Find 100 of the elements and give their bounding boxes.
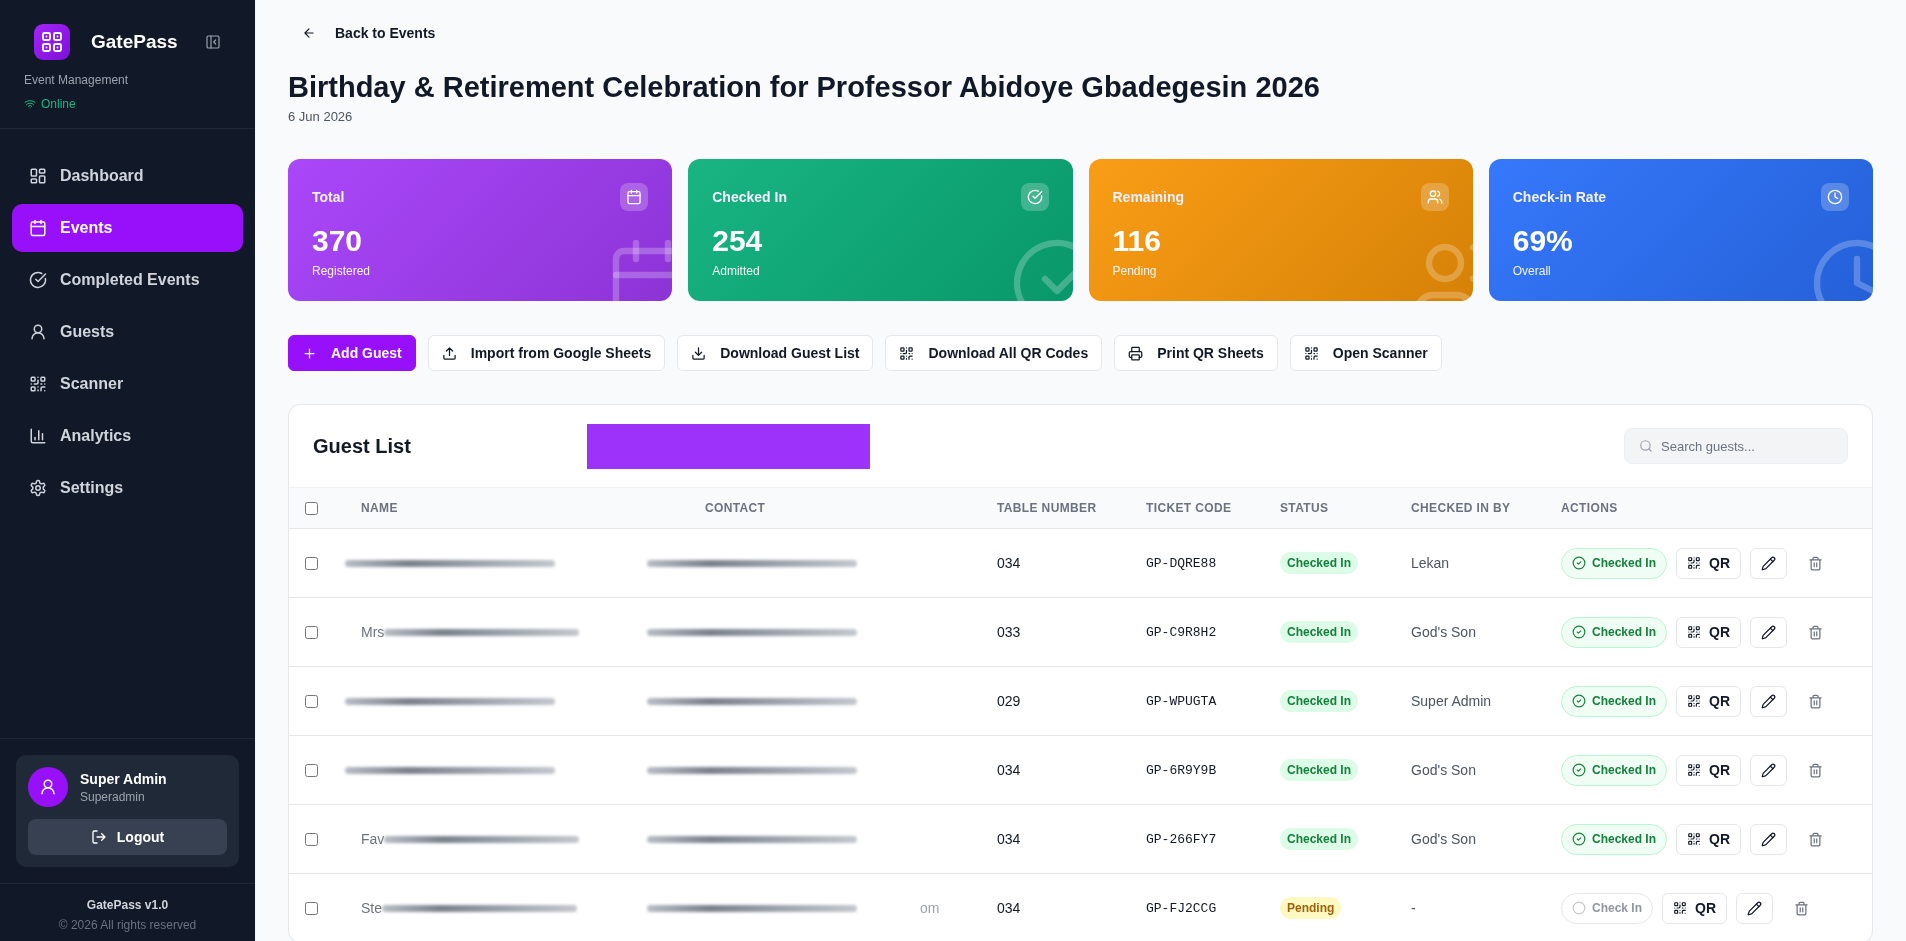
row-checkbox[interactable]	[305, 625, 318, 639]
add-guest-button[interactable]: Add Guest	[288, 335, 416, 371]
back-link[interactable]: Back to Events	[288, 18, 450, 48]
status-badge: Checked In	[1280, 759, 1359, 781]
nav-item[interactable]: Events	[12, 204, 243, 252]
column-header: STATUS	[1280, 501, 1329, 515]
logout-button[interactable]: Logout	[28, 819, 227, 855]
check-in-button[interactable]: Checked In	[1561, 823, 1668, 855]
bar-chart-icon	[29, 427, 47, 445]
calendar-icon	[29, 219, 47, 237]
checked-in-by: Lekan	[1411, 555, 1450, 571]
import-button[interactable]: Import from Google Sheets	[427, 335, 666, 371]
qr-code-icon	[1687, 625, 1702, 639]
table-number: 034	[997, 762, 1021, 778]
circle-check-icon	[1020, 183, 1049, 211]
row-checkbox[interactable]	[305, 832, 318, 846]
delete-icon[interactable]	[1794, 900, 1809, 916]
ticket-code: GP-C9R8H2	[1146, 624, 1217, 640]
table-number: 034	[997, 831, 1021, 847]
edit-button[interactable]	[1750, 823, 1788, 855]
connection-status: Online	[41, 96, 76, 112]
column-header: TICKET CODE	[1146, 501, 1232, 515]
column-header: CONTACT	[705, 501, 766, 515]
edit-button[interactable]	[1750, 616, 1788, 648]
circle-check-icon	[29, 271, 47, 289]
delete-icon[interactable]	[1808, 555, 1824, 571]
ticket-code: GP-FJ2CCG	[1146, 900, 1217, 916]
qr-button[interactable]: QR	[1676, 754, 1742, 786]
row-checkbox[interactable]	[305, 694, 318, 708]
delete-icon[interactable]	[1808, 762, 1824, 778]
nav-item[interactable]: Dashboard	[12, 152, 243, 200]
status-badge: Pending	[1280, 897, 1342, 919]
nav-item[interactable]: Analytics	[12, 412, 243, 460]
qr-code-icon	[1673, 901, 1687, 915]
nav-item[interactable]: Completed Events	[12, 256, 243, 304]
logo-icon	[34, 24, 70, 60]
section-title: Guest List	[313, 434, 411, 459]
user-name: Super Admin	[80, 769, 167, 788]
table-number: 033	[997, 624, 1021, 640]
qr-button[interactable]: QR	[1676, 685, 1742, 717]
delete-icon[interactable]	[1808, 624, 1824, 640]
check-in-button[interactable]: Checked In	[1561, 754, 1668, 786]
settings-icon	[29, 479, 47, 497]
qr-button[interactable]: QR	[1662, 892, 1727, 924]
pencil-icon	[1761, 762, 1777, 778]
guest-name: Ste	[361, 900, 382, 916]
stat-label: Remaining	[1112, 188, 1185, 207]
print-button[interactable]: Print QR Sheets	[1114, 335, 1278, 371]
qr-code-icon	[899, 345, 915, 361]
row-checkbox[interactable]	[305, 901, 318, 915]
table-number: 029	[997, 693, 1021, 709]
select-all-checkbox[interactable]	[305, 501, 318, 515]
search-icon	[1639, 439, 1653, 453]
check-in-button[interactable]: Checked In	[1561, 547, 1668, 579]
qr-code-icon	[1687, 556, 1702, 570]
pencil-icon	[1761, 831, 1777, 847]
circle-check-icon	[1572, 556, 1586, 570]
check-in-button[interactable]: Checked In	[1561, 616, 1668, 648]
row-checkbox[interactable]	[305, 763, 318, 777]
delete-icon[interactable]	[1808, 831, 1824, 847]
collapse-sidebar-icon[interactable]	[205, 34, 221, 50]
search-field[interactable]: Search guests...	[1624, 428, 1848, 464]
delete-icon[interactable]	[1808, 693, 1824, 709]
open-scanner-button[interactable]: Open Scanner	[1289, 335, 1442, 371]
dashboard-icon	[29, 167, 47, 185]
table-number: 034	[997, 555, 1021, 571]
row-checkbox[interactable]	[305, 556, 318, 570]
app-name: GatePass	[91, 30, 178, 54]
wifi-icon	[24, 98, 36, 110]
column-header: NAME	[361, 501, 398, 515]
user-role: Superadmin	[80, 788, 146, 805]
stat-label: Total	[312, 188, 345, 207]
stat-label: Check-in Rate	[1512, 188, 1607, 207]
edit-button[interactable]	[1736, 892, 1773, 924]
status-badge: Checked In	[1280, 552, 1359, 574]
arrow-left-icon	[302, 26, 316, 40]
status-badge: Checked In	[1280, 828, 1359, 850]
qr-code-icon	[1687, 832, 1702, 846]
qr-button[interactable]: QR	[1676, 616, 1742, 648]
download-qr-button[interactable]: Download All QR Codes	[885, 335, 1103, 371]
edit-button[interactable]	[1750, 547, 1788, 579]
nav-item[interactable]: Scanner	[12, 360, 243, 408]
background-circle-check-icon	[1012, 239, 1073, 301]
qr-button[interactable]: QR	[1676, 823, 1742, 855]
status-badge: Checked In	[1280, 621, 1359, 643]
pencil-icon	[1747, 900, 1762, 916]
circle-icon	[1572, 901, 1586, 915]
qr-button[interactable]: QR	[1676, 547, 1742, 579]
clock-icon	[1821, 183, 1849, 211]
nav-item[interactable]: Settings	[12, 464, 243, 512]
nav-item[interactable]: Guests	[12, 308, 243, 356]
guest-name: Mrs	[361, 624, 385, 640]
qr-code-icon	[29, 375, 47, 393]
check-in-button[interactable]: Checked In	[1561, 685, 1668, 717]
checked-in-by: God's Son	[1411, 624, 1476, 640]
edit-button[interactable]	[1750, 754, 1788, 786]
qr-code-icon	[1303, 345, 1319, 361]
download-list-button[interactable]: Download Guest List	[677, 335, 874, 371]
edit-button[interactable]	[1750, 685, 1788, 717]
plus-icon	[302, 345, 317, 361]
